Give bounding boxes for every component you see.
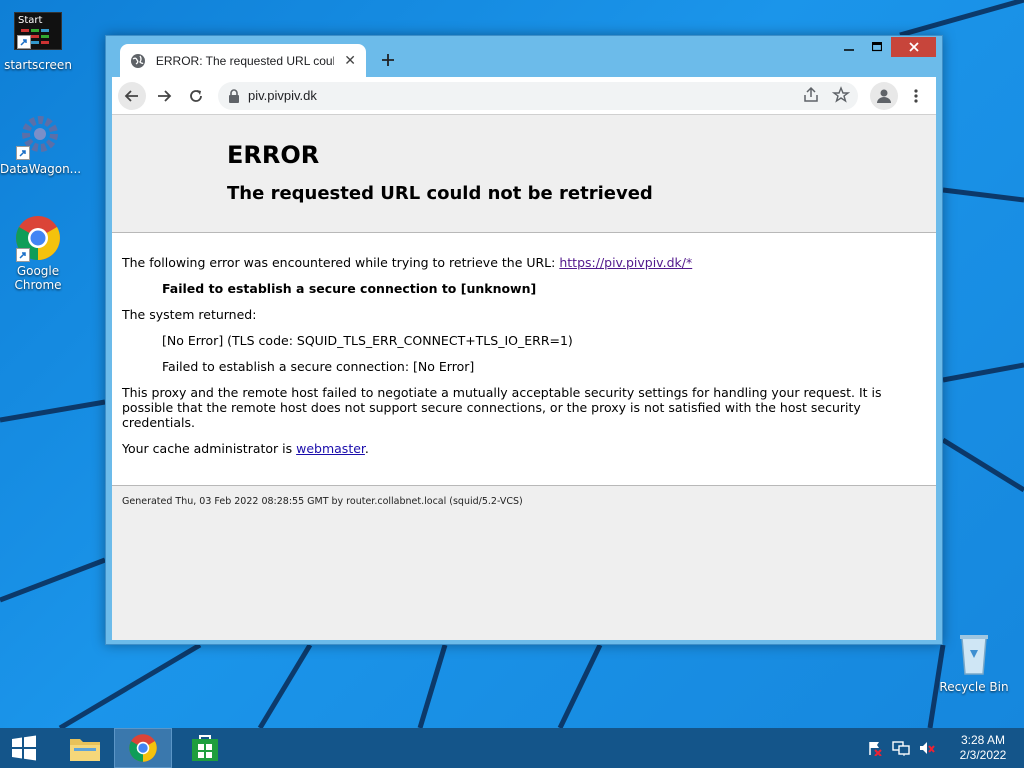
desktop-icon-startscreen[interactable]: Start startscreen — [0, 12, 76, 72]
clock-date: 2/3/2022 — [959, 748, 1007, 762]
desktop-icon-datawagon[interactable]: DataWagon... — [0, 112, 82, 176]
page-footer: Generated Thu, 03 Feb 2022 08:28:55 GMT … — [122, 496, 523, 507]
desktop-icon-label: Google Chrome — [14, 264, 62, 292]
start-button[interactable] — [0, 728, 48, 768]
shortcut-arrow-icon — [16, 248, 30, 262]
folder-icon — [70, 739, 100, 761]
tab-title: ERROR: The requested URL could not be re… — [155, 53, 334, 68]
action-center-icon[interactable] — [864, 737, 886, 759]
clock[interactable]: 3:28 AM 2/3/2022 — [948, 733, 1018, 763]
desktop-icon-label: Recycle Bin — [939, 680, 1009, 694]
page-subtitle: The requested URL could not be retrieved — [227, 183, 653, 204]
desktop-icon-label: startscreen — [4, 58, 72, 72]
close-tab-icon[interactable]: ✕ — [344, 53, 356, 69]
tab-strip: ERROR: The requested URL could not be re… — [114, 44, 894, 77]
star-icon[interactable] — [832, 85, 850, 104]
store-icon — [192, 735, 218, 761]
desktop-icon-recycle-bin[interactable]: Recycle Bin — [936, 630, 1012, 694]
arrow-left-icon — [124, 89, 138, 102]
arrow-right-icon — [158, 89, 172, 102]
lock-icon — [229, 88, 239, 103]
page-title: ERROR — [227, 141, 320, 169]
browser-toolbar: piv.pivpiv.dk — [112, 77, 936, 115]
startscreen-icon: Start — [14, 12, 62, 50]
shortcut-arrow-icon — [16, 146, 30, 160]
desktop-icon-chrome[interactable]: Google Chrome — [0, 214, 76, 292]
kebab-menu-icon — [914, 88, 918, 103]
volume-muted-icon[interactable] — [916, 737, 938, 759]
menu-button[interactable] — [902, 82, 930, 110]
admin-paragraph: Your cache administrator is webmaster. — [122, 441, 926, 456]
share-icon[interactable] — [802, 86, 820, 104]
back-button[interactable] — [118, 81, 146, 110]
network-icon[interactable] — [890, 737, 912, 759]
page-content: ERROR The requested URL could not be ret… — [112, 115, 936, 640]
intro-paragraph: The following error was encountered whil… — [122, 255, 926, 270]
error-message: Failed to establish a secure connection … — [122, 281, 926, 296]
close-icon — [908, 42, 919, 52]
taskbar-chrome[interactable] — [114, 728, 172, 768]
startscreen-thumb-label: Start — [18, 15, 43, 26]
shortcut-arrow-icon — [17, 35, 31, 49]
error-header: ERROR The requested URL could not be ret… — [112, 115, 936, 233]
system-tray: 3:28 AM 2/3/2022 — [862, 728, 1024, 768]
reload-button[interactable] — [182, 82, 210, 110]
gear-icon — [14, 112, 62, 160]
close-window-button[interactable] — [891, 37, 936, 57]
url-text: piv.pivpiv.dk — [248, 88, 317, 103]
chrome-icon — [129, 734, 157, 762]
profile-button[interactable] — [870, 81, 898, 110]
browser-window: ERROR: The requested URL could not be re… — [105, 35, 943, 645]
system-code: [No Error] (TLS code: SQUID_TLS_ERR_CONN… — [162, 333, 573, 348]
system-returned-label: The system returned: — [122, 307, 257, 322]
recycle-bin-icon — [950, 630, 998, 678]
new-tab-button[interactable] — [378, 50, 398, 70]
forward-button[interactable] — [150, 82, 178, 110]
explanation-paragraph: This proxy and the remote host failed to… — [122, 385, 882, 430]
intro-text: The following error was encountered whil… — [122, 255, 560, 270]
requested-url-link[interactable]: https://piv.pivpiv.dk/* — [559, 255, 692, 270]
error-message-text: Failed to establish a secure connection … — [162, 281, 537, 296]
avatar-icon — [877, 89, 891, 103]
windows-logo-icon — [12, 735, 36, 761]
desktop-icon-label: DataWagon... — [0, 162, 82, 176]
taskbar-file-explorer[interactable] — [56, 728, 114, 768]
plus-icon — [382, 54, 394, 66]
reload-icon — [190, 89, 202, 102]
webmaster-link[interactable]: webmaster — [296, 441, 365, 456]
admin-text: Your cache administrator is — [122, 441, 297, 456]
clock-time: 3:28 AM — [960, 733, 1006, 747]
omnibox-actions — [802, 85, 850, 104]
taskbar: 3:28 AM 2/3/2022 — [0, 728, 1024, 768]
address-bar[interactable]: piv.pivpiv.dk — [218, 81, 858, 110]
system-detail: Failed to establish a secure connection:… — [162, 359, 475, 374]
tab-active[interactable]: ERROR: The requested URL could not be re… — [120, 44, 366, 77]
error-body: The following error was encountered whil… — [112, 233, 936, 486]
admin-end: . — [364, 441, 369, 456]
taskbar-store[interactable] — [176, 728, 234, 768]
chrome-icon — [14, 214, 62, 262]
globe-icon — [131, 53, 145, 68]
